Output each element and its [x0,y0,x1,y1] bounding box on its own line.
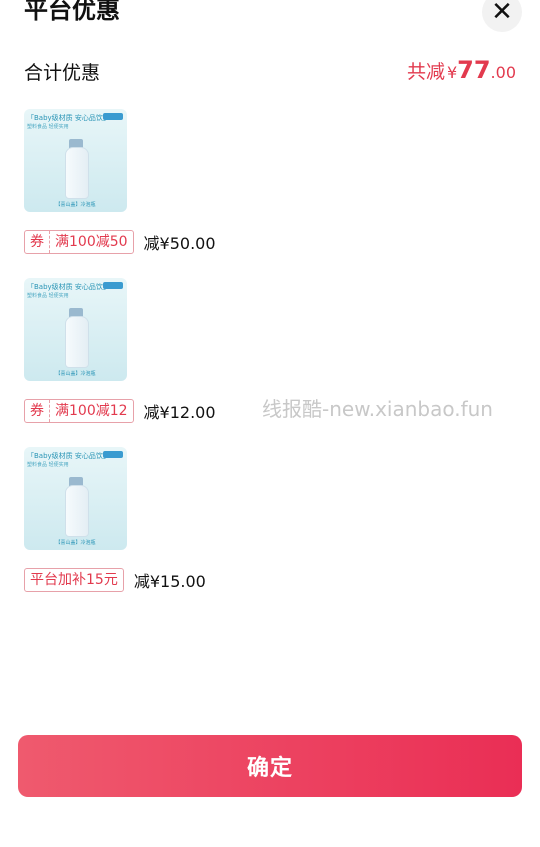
coupon-tag: 券 [25,400,50,422]
coupon-badge: 平台加补15元 [24,568,124,592]
discount-item: 「Baby级材质 安心品饮」 塑料食品 轻便实用 【喜山盖】冷泡瓶 平台加补15… [24,447,504,592]
summary-currency: ¥ [446,63,458,82]
product-footer: 【喜山盖】冷泡瓶 [55,371,96,377]
summary-total: 共减 ¥77.00 [407,56,516,84]
product-badge [103,282,123,289]
summary-label: 合计优惠 [24,62,101,84]
reduce-amount: 减¥12.00 [143,403,216,422]
summary-amount-dec: .00 [490,63,516,82]
product-subline: 塑料食品 轻便实用 [27,462,69,468]
product-thumbnail: 「Baby级材质 安心品饮」 塑料食品 轻便实用 【喜山盖】冷泡瓶 [24,447,127,550]
bottle-body [65,316,89,368]
summary-amount-int: 77 [457,56,491,84]
confirm-button[interactable]: 确定 [18,735,522,797]
coupon-badge: 券 满100减50 [24,230,134,254]
summary-prefix: 共减 [406,61,445,83]
coupon-text: 满100减12 [55,403,128,419]
discount-item: 「Baby级材质 安心品饮」 塑料食品 轻便实用 【喜山盖】冷泡瓶 券 满100… [24,109,504,254]
product-thumbnail: 「Baby级材质 安心品饮」 塑料食品 轻便实用 【喜山盖】冷泡瓶 [24,278,127,381]
coupon-text: 平台加补15元 [30,572,118,588]
coupon-text: 满100减50 [55,234,128,250]
close-button[interactable]: ✕ [482,0,522,32]
bottle-body [65,485,89,537]
product-thumbnail: 「Baby级材质 安心品饮」 塑料食品 轻便实用 【喜山盖】冷泡瓶 [24,109,127,212]
coupon-row: 平台加补15元 减¥15.00 [24,568,504,592]
product-subline: 塑料食品 轻便实用 [27,124,69,130]
product-badge [103,451,123,458]
watermark: 线报酷-new.xianbao.fun [262,397,493,421]
page-title: 平台优惠 [24,0,120,24]
close-icon: ✕ [491,0,513,27]
coupon-badge: 券 满100减12 [24,399,134,423]
coupon-tag: 券 [25,231,50,253]
product-badge [103,113,123,120]
product-subline: 塑料食品 轻便实用 [27,293,69,299]
reduce-amount: 减¥15.00 [133,572,206,591]
coupon-row: 券 满100减50 减¥50.00 [24,230,504,254]
product-headline: 「Baby级材质 安心品饮」 [27,114,110,122]
bottle-body [65,147,89,199]
product-footer: 【喜山盖】冷泡瓶 [55,540,96,546]
product-headline: 「Baby级材质 安心品饮」 [27,452,110,460]
reduce-amount: 减¥50.00 [143,234,216,253]
product-footer: 【喜山盖】冷泡瓶 [55,202,96,208]
product-headline: 「Baby级材质 安心品饮」 [27,283,110,291]
